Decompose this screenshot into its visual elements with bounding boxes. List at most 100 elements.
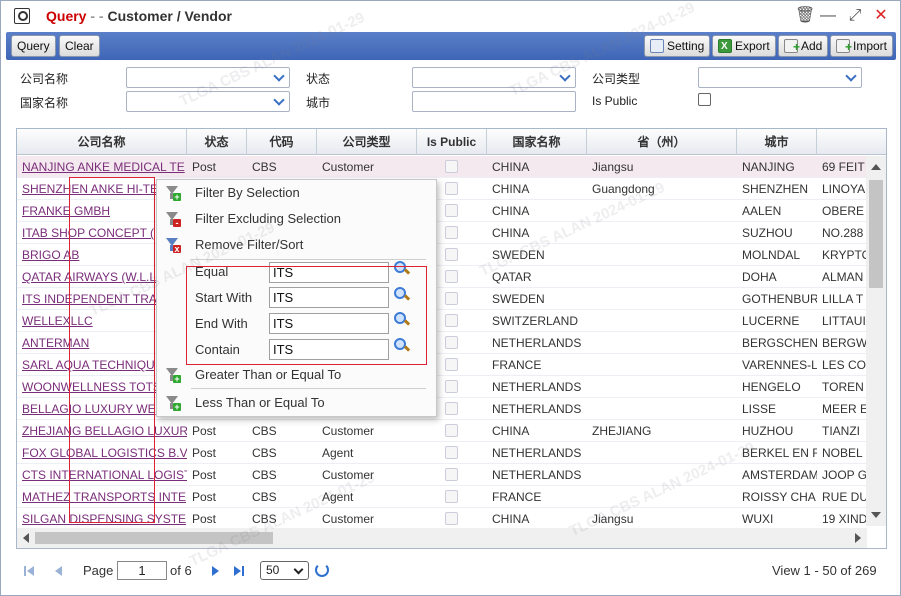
menu-remove-filter-sort[interactable]: x Remove Filter/Sort bbox=[157, 233, 436, 257]
is-public-cell-checkbox[interactable] bbox=[445, 314, 458, 327]
menu-greater-than-or-equal[interactable]: + Greater Than or Equal To bbox=[157, 363, 436, 387]
company-name-link[interactable]: NANJING ANKE MEDICAL TE bbox=[17, 156, 187, 178]
table-row[interactable]: SHENZHEN ANKE HI-TE CHINA Guangdong SHENZHE… bbox=[17, 178, 867, 200]
scroll-up-icon[interactable] bbox=[871, 164, 881, 170]
is-public-cell-checkbox[interactable] bbox=[445, 512, 458, 525]
is-public-cell-checkbox[interactable] bbox=[445, 204, 458, 217]
is-public-cell-checkbox[interactable] bbox=[445, 468, 458, 481]
country-name-select[interactable] bbox=[126, 91, 290, 112]
table-row[interactable]: SILGAN DISPENSING SYSTE Post CBS Customer CH… bbox=[17, 508, 867, 530]
table-row[interactable]: ITAB SHOP CONCEPT (CHINA SUZHOU NO.288 bbox=[17, 222, 867, 244]
table-row[interactable]: ITS INDEPENDENT TRA SWEDEN GOTHENBUR LILLA … bbox=[17, 288, 867, 310]
is-public-cell-checkbox[interactable] bbox=[445, 424, 458, 437]
end-with-input[interactable]: ITS bbox=[269, 313, 389, 334]
scroll-thumb[interactable] bbox=[869, 180, 883, 288]
company-name-select[interactable] bbox=[126, 67, 290, 88]
title-module: Customer / Vendor bbox=[107, 8, 232, 24]
table-row[interactable]: QATAR AIRWAYS (W.L.L QATAR DOHA ALMAN bbox=[17, 266, 867, 288]
column-header[interactable]: Is Public bbox=[417, 129, 487, 155]
is-public-cell-checkbox[interactable] bbox=[445, 358, 458, 371]
table-row[interactable]: WOONWELLNESS TOTS NETHERLANDS HENGELO TOREN bbox=[17, 376, 867, 398]
table-row[interactable]: CTS INTERNATIONAL LOGIST Post CBS Customer N… bbox=[17, 464, 867, 486]
clear-button[interactable]: Clear bbox=[59, 35, 100, 57]
table-row[interactable]: BRIGO AB SWEDEN MOLNDAL KRYPTO bbox=[17, 244, 867, 266]
page-size-select[interactable]: 50 bbox=[260, 561, 309, 580]
scroll-left-icon[interactable] bbox=[23, 533, 29, 543]
start-with-input[interactable]: ITS bbox=[269, 287, 389, 308]
last-page-icon[interactable] bbox=[232, 564, 246, 578]
is-public-cell-checkbox[interactable] bbox=[445, 490, 458, 503]
refresh-icon[interactable] bbox=[315, 563, 329, 577]
company-type-select[interactable] bbox=[698, 67, 862, 88]
company-name-link[interactable]: FOX GLOBAL LOGISTICS B.V bbox=[17, 442, 187, 464]
is-public-cell-checkbox[interactable] bbox=[445, 402, 458, 415]
query-window: Query - - Customer / Vendor 🗑 — ⤢ ✕ Quer… bbox=[0, 0, 901, 596]
export-button[interactable]: Export bbox=[712, 35, 776, 57]
setting-button[interactable]: Setting bbox=[644, 35, 711, 57]
table-cell: 69 FEIT bbox=[822, 160, 865, 174]
is-public-cell-checkbox[interactable] bbox=[445, 248, 458, 261]
column-header[interactable]: 省（州） bbox=[587, 129, 737, 155]
column-header[interactable] bbox=[817, 129, 886, 155]
query-button[interactable]: Query bbox=[11, 35, 56, 57]
table-row[interactable]: FOX GLOBAL LOGISTICS B.V Post CBS Agent NETH… bbox=[17, 442, 867, 464]
company-name-link[interactable]: SILGAN DISPENSING SYSTE bbox=[17, 508, 187, 530]
search-icon[interactable] bbox=[393, 260, 409, 276]
search-icon[interactable] bbox=[393, 311, 409, 327]
table-cell: Agent bbox=[322, 446, 354, 460]
is-public-cell-checkbox[interactable] bbox=[445, 380, 458, 393]
menu-filter-excluding-selection[interactable]: - Filter Excluding Selection bbox=[157, 207, 436, 231]
trash-icon[interactable]: 🗑 bbox=[795, 7, 815, 25]
vertical-scrollbar[interactable] bbox=[866, 156, 886, 526]
table-cell: VARENNES-L bbox=[742, 358, 817, 372]
previous-page-icon[interactable] bbox=[52, 564, 66, 578]
scroll-right-icon[interactable] bbox=[855, 533, 861, 543]
chevron-down-icon bbox=[273, 95, 285, 107]
column-header[interactable]: 代码 bbox=[247, 129, 317, 155]
table-row[interactable]: MATHEZ TRANSPORTS INTE Post CBS Agent FRANCE… bbox=[17, 486, 867, 508]
is-public-cell-checkbox[interactable] bbox=[445, 446, 458, 459]
next-page-icon[interactable] bbox=[209, 564, 223, 578]
is-public-cell-checkbox[interactable] bbox=[445, 292, 458, 305]
company-name-link[interactable]: MATHEZ TRANSPORTS INTE bbox=[17, 486, 187, 508]
minimize-icon[interactable]: — bbox=[819, 7, 837, 25]
is-public-cell-checkbox[interactable] bbox=[445, 182, 458, 195]
column-header[interactable]: 城市 bbox=[737, 129, 817, 155]
status-select[interactable] bbox=[412, 67, 576, 88]
is-public-cell-checkbox[interactable] bbox=[445, 336, 458, 349]
table-row[interactable]: ZHEJIANG BELLAGIO LUXUR Post CBS Customer CH… bbox=[17, 420, 867, 442]
table-cell: HENGELO bbox=[742, 380, 801, 394]
is-public-cell-checkbox[interactable] bbox=[445, 270, 458, 283]
company-name-link[interactable]: ZHEJIANG BELLAGIO LUXUR bbox=[17, 420, 187, 442]
table-row[interactable]: NANJING ANKE MEDICAL TE Post CBS Customer CH… bbox=[17, 156, 867, 178]
table-row[interactable]: FRANKE GMBH CHINA AALEN OBERE bbox=[17, 200, 867, 222]
column-header[interactable]: 国家名称 bbox=[487, 129, 587, 155]
table-row[interactable]: ANTERMAN NETHERLANDS BERGSCHEN BERGW bbox=[17, 332, 867, 354]
table-row[interactable]: BELLAGIO LUXURY WE NETHERLANDS LISSE MEER E bbox=[17, 398, 867, 420]
contain-input[interactable]: ITS bbox=[269, 339, 389, 360]
search-icon[interactable] bbox=[393, 337, 409, 353]
close-icon[interactable]: ✕ bbox=[872, 7, 890, 25]
equal-input[interactable]: ITS bbox=[269, 262, 389, 283]
column-header[interactable]: 状态 bbox=[187, 129, 247, 155]
scroll-down-icon[interactable] bbox=[871, 512, 881, 518]
is-public-checkbox[interactable] bbox=[698, 93, 711, 106]
column-header[interactable]: 公司类型 bbox=[317, 129, 417, 155]
horizontal-scrollbar[interactable] bbox=[17, 528, 867, 548]
is-public-cell-checkbox[interactable] bbox=[445, 160, 458, 173]
search-icon[interactable] bbox=[393, 286, 409, 302]
city-input[interactable] bbox=[412, 91, 576, 112]
import-button[interactable]: Import bbox=[830, 35, 894, 57]
scroll-thumb[interactable] bbox=[35, 532, 273, 544]
table-row[interactable]: SARL AQUA TECHNIQU FRANCE VARENNES-L LES CO bbox=[17, 354, 867, 376]
page-number-input[interactable]: 1 bbox=[117, 561, 167, 580]
company-name-link[interactable]: CTS INTERNATIONAL LOGIST bbox=[17, 464, 187, 486]
first-page-icon[interactable] bbox=[22, 564, 36, 578]
column-header[interactable]: 公司名称 bbox=[17, 129, 187, 155]
maximize-icon[interactable]: ⤢ bbox=[846, 7, 864, 25]
menu-less-than-or-equal[interactable]: + Less Than or Equal To bbox=[157, 391, 436, 415]
menu-filter-by-selection[interactable]: + Filter By Selection bbox=[157, 181, 436, 205]
is-public-cell-checkbox[interactable] bbox=[445, 226, 458, 239]
add-button[interactable]: Add bbox=[778, 35, 829, 57]
table-row[interactable]: WELLEXLLC SWITZERLAND LUCERNE LITTAUI bbox=[17, 310, 867, 332]
